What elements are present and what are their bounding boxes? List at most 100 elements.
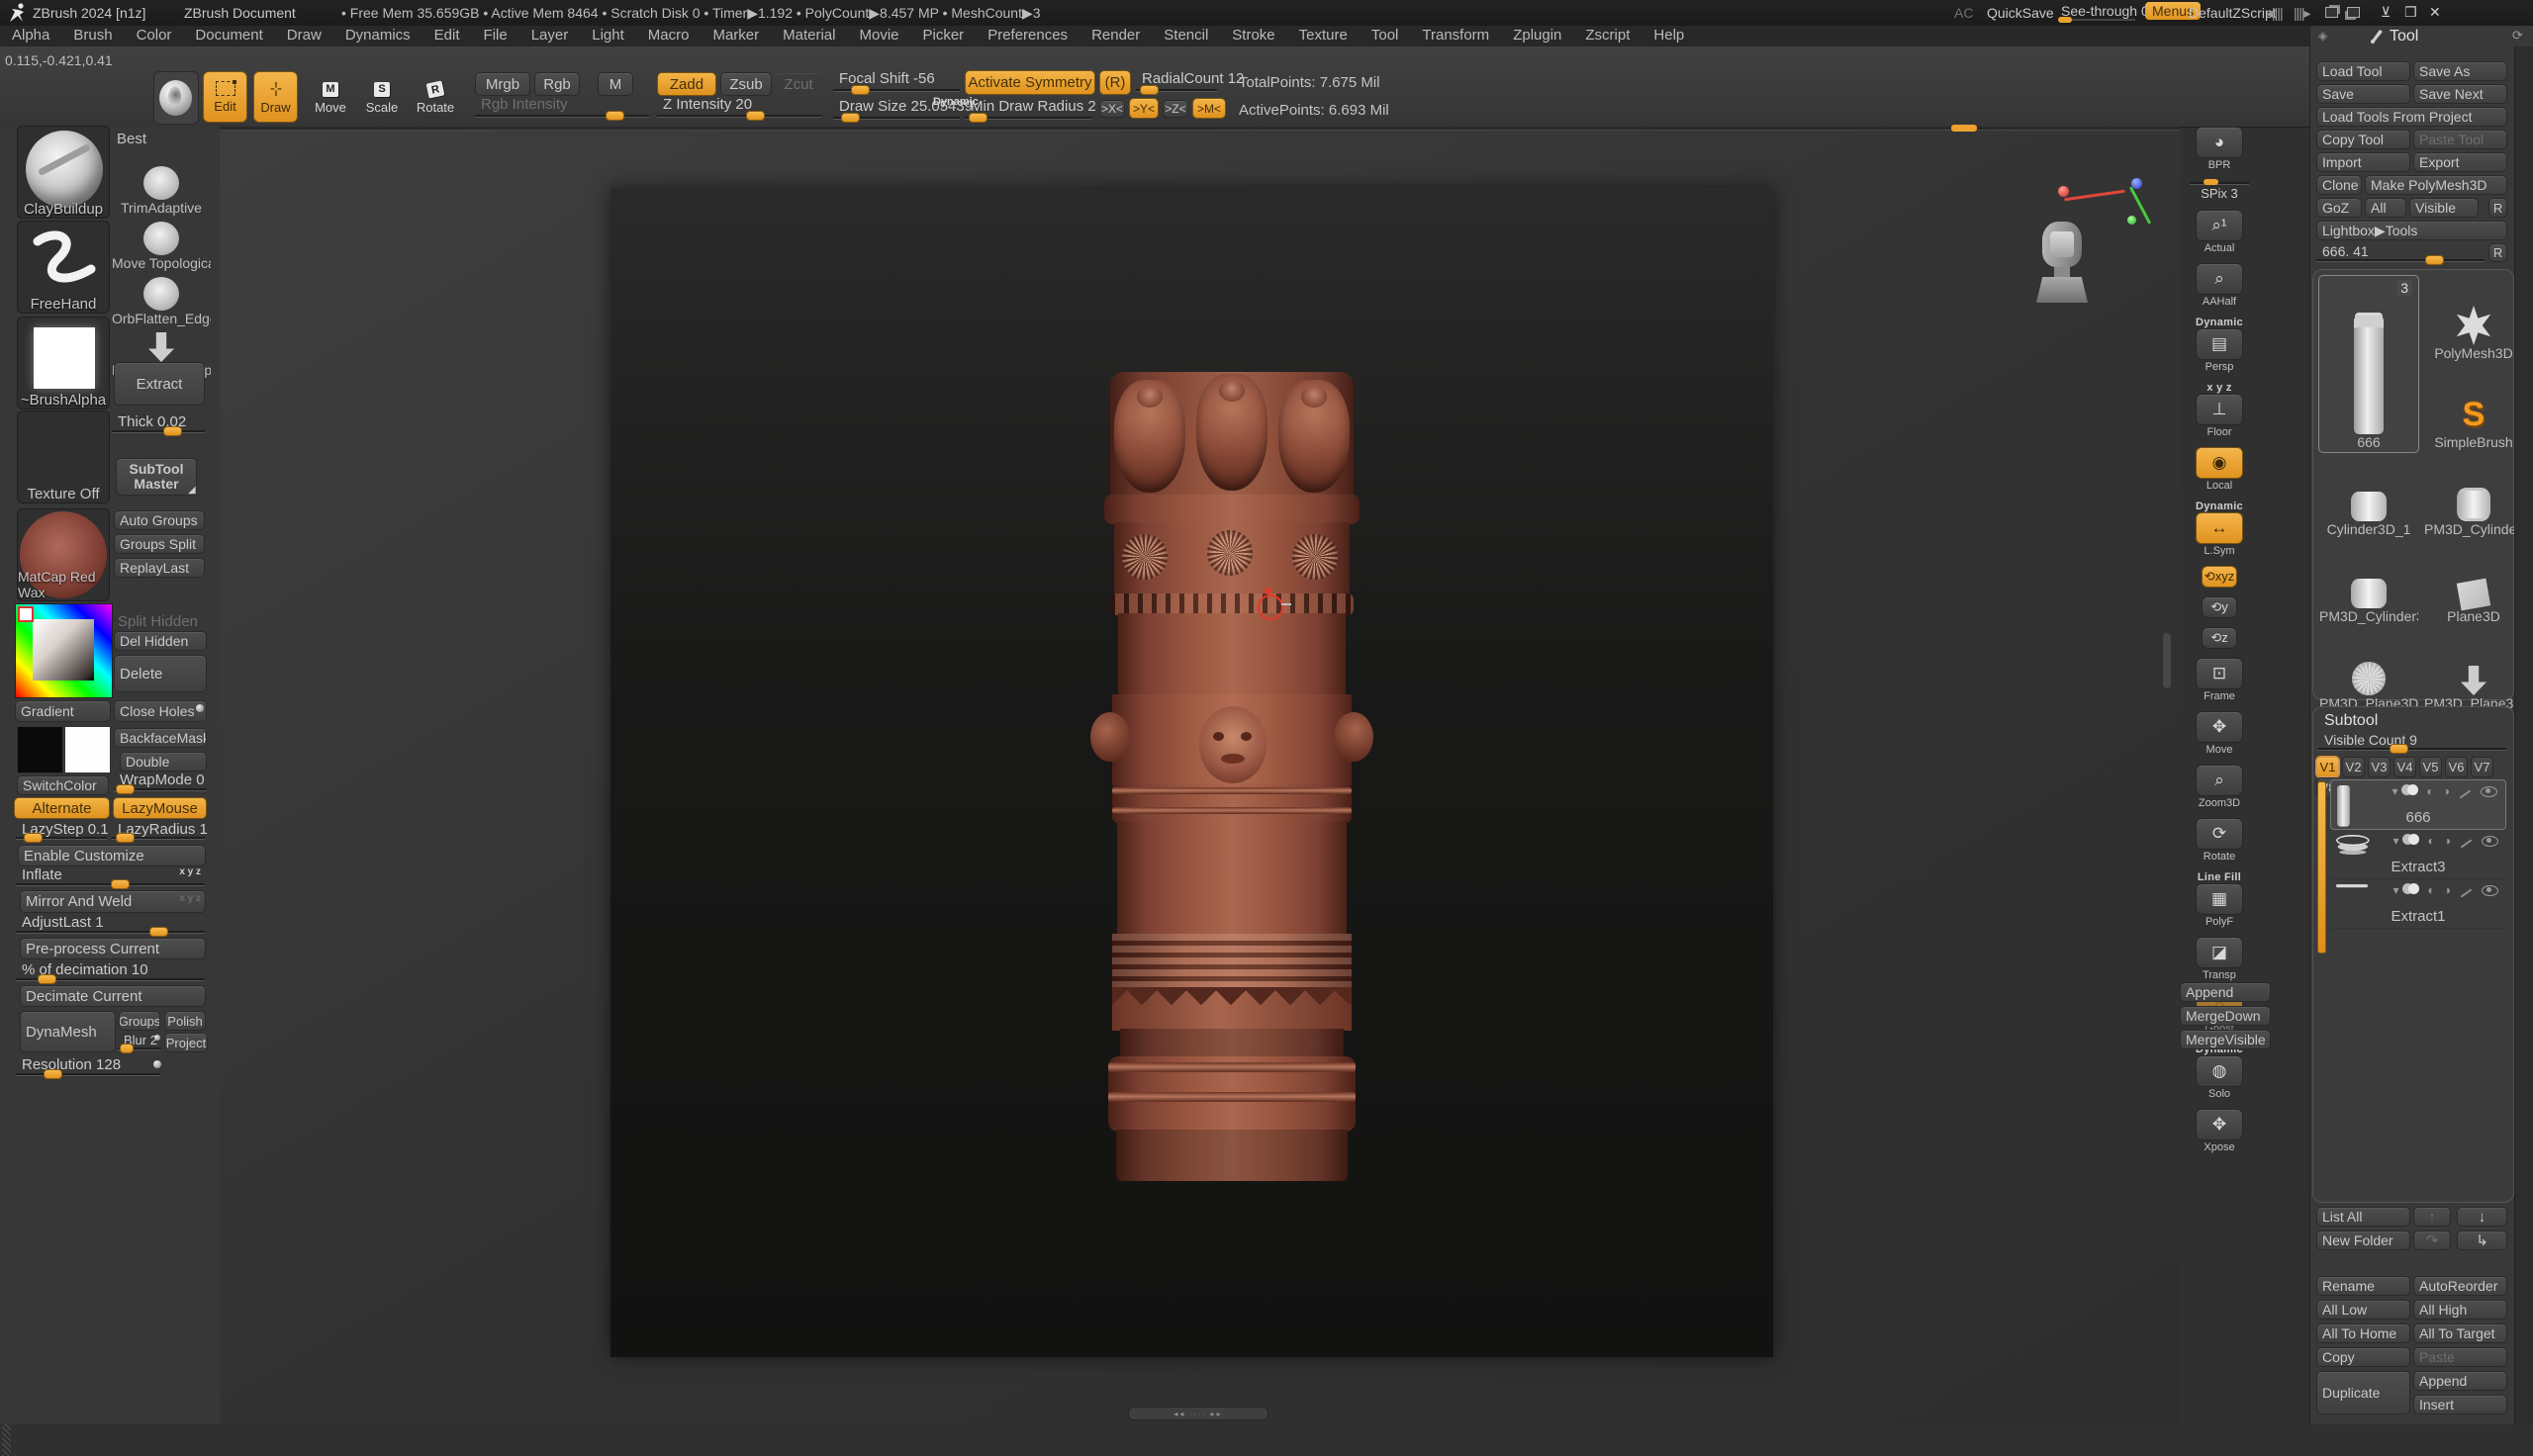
- tray-scroll-gutter[interactable]: [2514, 46, 2533, 1424]
- draw-toggle[interactable]: -¦- Draw: [253, 71, 298, 123]
- import-button[interactable]: Import: [2316, 152, 2410, 172]
- zadd-toggle[interactable]: Zadd: [657, 72, 716, 96]
- visibility-eye-icon[interactable]: [2482, 836, 2498, 847]
- groups-split-button[interactable]: Groups Split: [114, 534, 205, 554]
- inflate-xyz-icon[interactable]: x y z: [179, 866, 201, 877]
- sym-m-toggle[interactable]: >M<: [1192, 98, 1226, 119]
- inflate-slider[interactable]: Inflate x y z: [16, 866, 205, 888]
- menu-item[interactable]: Stroke: [1220, 26, 1286, 45]
- drop-arrow-icon[interactable]: ▾: [2392, 883, 2398, 897]
- displacement-icon[interactable]: ◑: [2443, 784, 2450, 798]
- minimize-button[interactable]: ⊻: [2381, 4, 2391, 21]
- move-up-button[interactable]: ↑: [2413, 1207, 2451, 1227]
- decimation-slider[interactable]: % of decimation 10: [16, 961, 205, 983]
- tool-thumbnail[interactable]: SimpleBrush: [2423, 364, 2524, 453]
- sym-y-toggle[interactable]: >Y<: [1129, 98, 1159, 119]
- right-shelf-button[interactable]: Dynamic ▤ Persp: [2184, 317, 2255, 373]
- see-through-slider-label[interactable]: See-through 0: [2061, 3, 2149, 19]
- tool-thumbnail[interactable]: PM3D_Plane3D: [2318, 627, 2419, 714]
- subtool-master-button[interactable]: SubTool Master: [116, 458, 197, 496]
- document-canvas[interactable]: ◂◂ ∙∙∙∙ ▸▸: [220, 127, 2181, 1424]
- decimate-current-button[interactable]: Decimate Current: [20, 985, 206, 1007]
- recent-brush-item[interactable]: Move Topologica: [112, 222, 211, 271]
- lazystep-slider[interactable]: LazyStep 0.1: [16, 821, 107, 842]
- menu-item[interactable]: Brush: [61, 26, 124, 45]
- dynamesh-button[interactable]: DynaMesh: [20, 1011, 116, 1052]
- dynamesh-groups-toggle[interactable]: Groups: [119, 1011, 160, 1031]
- move-toggle[interactable]: M Move: [309, 75, 352, 121]
- alpha-thumbnail[interactable]: ~BrushAlpha: [17, 317, 110, 410]
- insert-subtool-button[interactable]: Insert: [2413, 1395, 2507, 1414]
- goz-button[interactable]: GoZ: [2316, 198, 2362, 218]
- copy-subtool-button[interactable]: Copy: [2316, 1347, 2410, 1367]
- menu-item[interactable]: Marker: [701, 26, 771, 45]
- subtool-row[interactable]: ▾ ◐ ◑ 666: [2330, 779, 2506, 830]
- menu-item[interactable]: Stencil: [1152, 26, 1220, 45]
- palette-refresh-icon[interactable]: ⟳: [2512, 28, 2523, 44]
- visibility-tab[interactable]: V1: [2316, 757, 2339, 777]
- recent-brush-item[interactable]: TrimAdaptive: [112, 166, 211, 216]
- right-shelf-button[interactable]: ⊡ Frame: [2184, 658, 2255, 702]
- alternate-toggle[interactable]: Alternate: [14, 797, 110, 819]
- menu-item[interactable]: Document: [183, 26, 274, 45]
- right-shelf-button[interactable]: ⟲z: [2184, 627, 2255, 649]
- tool-thumbnail[interactable]: PM3D_Cylinder3: [2423, 453, 2524, 540]
- switch-color-button[interactable]: SwitchColor: [17, 775, 109, 795]
- collapse-left-tray-icon[interactable]: ◂||||: [2266, 5, 2283, 22]
- dynamesh-polish-toggle[interactable]: Polish: [164, 1011, 206, 1031]
- uv-icon[interactable]: ◐: [2428, 834, 2435, 848]
- preprocess-current-button[interactable]: Pre-process Current: [20, 938, 206, 959]
- canvas-top-scroll-track[interactable]: [220, 127, 2181, 131]
- tool-r-button[interactable]: R: [2488, 243, 2507, 262]
- paste-tool-button[interactable]: Paste Tool: [2413, 130, 2507, 149]
- right-shelf-button[interactable]: ◉ Local: [2184, 447, 2255, 492]
- right-shelf-button[interactable]: ⟳ Rotate: [2184, 818, 2255, 863]
- zbrush-document[interactable]: [610, 188, 1773, 1357]
- menu-item[interactable]: Light: [580, 26, 636, 45]
- polypaint-icon[interactable]: [2408, 834, 2419, 848]
- menu-item[interactable]: Render: [1079, 26, 1152, 45]
- menu-item[interactable]: Layer: [519, 26, 581, 45]
- subtool-header[interactable]: Subtool: [2324, 712, 2378, 730]
- right-shelf-button[interactable]: x y z ⊥ Floor: [2184, 382, 2255, 438]
- activate-symmetry-toggle[interactable]: Activate Symmetry: [965, 70, 1095, 95]
- right-shelf-button[interactable]: Dynamic ↔ L.Sym: [2184, 500, 2255, 557]
- stroke-thumbnail[interactable]: FreeHand: [17, 221, 110, 314]
- dynamesh-project-toggle[interactable]: Project: [164, 1033, 208, 1052]
- lazymouse-toggle[interactable]: LazyMouse: [113, 797, 207, 819]
- secondary-color-swatch[interactable]: [64, 726, 111, 774]
- menu-item[interactable]: Color: [125, 26, 184, 45]
- move-to-unfolder-button[interactable]: ↷: [2413, 1230, 2451, 1250]
- goz-all-button[interactable]: All: [2365, 198, 2406, 218]
- rename-button[interactable]: Rename: [2316, 1276, 2410, 1296]
- lightbox-tools-button[interactable]: Lightbox▶Tools: [2316, 221, 2507, 240]
- min-draw-radius-slider[interactable]: Min Draw Radius 2: [965, 98, 1091, 122]
- split-hidden-button[interactable]: Split Hidden: [118, 613, 198, 630]
- tool-thumbnail[interactable]: PM3D_Plane3D_: [2423, 627, 2524, 714]
- mrgb-toggle[interactable]: Mrgb: [475, 72, 530, 96]
- duplicate-button[interactable]: Duplicate: [2316, 1371, 2410, 1414]
- visibility-tab[interactable]: V6: [2445, 757, 2468, 777]
- color-picker[interactable]: [15, 603, 113, 698]
- visibility-eye-icon[interactable]: [2482, 885, 2498, 896]
- rgb-toggle[interactable]: Rgb: [534, 72, 580, 96]
- load-tools-from-project-button[interactable]: Load Tools From Project: [2316, 107, 2507, 127]
- mirror-and-weld-button[interactable]: Mirror And Weld x y z: [20, 890, 206, 913]
- menu-item[interactable]: Tool: [1360, 26, 1411, 45]
- wrap-mode-slider[interactable]: WrapMode 0: [114, 772, 207, 793]
- scale-toggle[interactable]: S Scale: [360, 75, 404, 121]
- tool-item-slider[interactable]: 666. 41: [2316, 243, 2485, 264]
- all-high-button[interactable]: All High: [2413, 1300, 2507, 1320]
- right-shelf-button[interactable]: ⟲y: [2184, 596, 2255, 618]
- append-button[interactable]: Append: [2180, 982, 2271, 1002]
- menu-item[interactable]: Alpha: [0, 26, 61, 45]
- visibility-tab[interactable]: V2: [2342, 757, 2365, 777]
- radial-count-slider[interactable]: RadialCount 12: [1136, 70, 1217, 94]
- move-down-button[interactable]: ↓: [2457, 1207, 2507, 1227]
- zsub-toggle[interactable]: Zsub: [720, 72, 772, 96]
- visibility-tab[interactable]: V7: [2471, 757, 2493, 777]
- menu-item[interactable]: Help: [1642, 26, 1696, 45]
- menu-item[interactable]: Material: [771, 26, 847, 45]
- tool-thumbnail[interactable]: PolyMesh3D: [2423, 275, 2524, 364]
- tile-windows-icon[interactable]: [2347, 7, 2360, 18]
